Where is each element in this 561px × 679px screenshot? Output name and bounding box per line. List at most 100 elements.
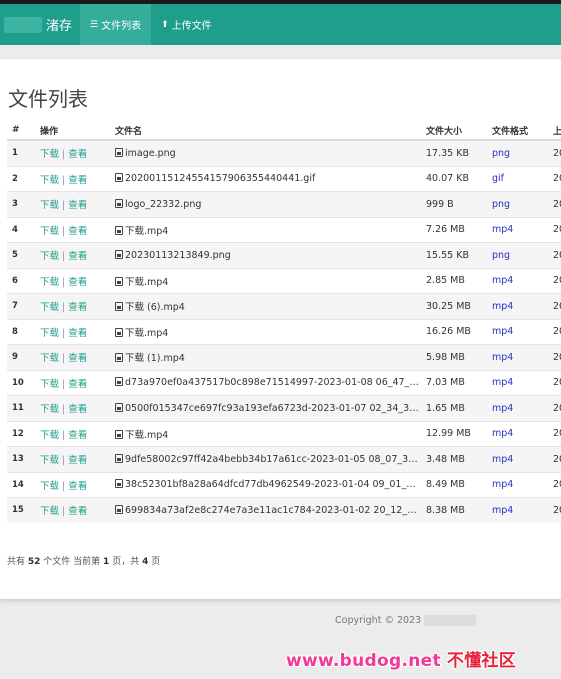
view-link[interactable]: 查看	[68, 277, 87, 288]
row-upload-time: 20	[548, 139, 561, 166]
nav-file-list[interactable]: ☰ 文件列表	[80, 4, 152, 45]
download-link[interactable]: 下载	[40, 506, 59, 517]
filename-text: 下载.mp4	[125, 276, 169, 288]
download-link[interactable]: 下载	[40, 328, 59, 339]
view-link[interactable]: 查看	[68, 149, 87, 160]
filename-text: 下载.mp4	[125, 225, 169, 237]
download-link[interactable]: 下载	[40, 379, 59, 390]
file-icon	[115, 198, 123, 208]
row-filename: logo_22332.png	[110, 191, 421, 217]
format-link[interactable]: mp4	[492, 454, 513, 465]
row-filename: 下载.mp4	[110, 267, 421, 294]
row-filesize: 8.38 MB	[421, 497, 487, 523]
view-link[interactable]: 查看	[68, 175, 87, 186]
view-link[interactable]: 查看	[68, 200, 87, 211]
nav-file-list-label: 文件列表	[101, 21, 142, 32]
row-format: mp4	[487, 318, 548, 345]
format-link[interactable]: mp4	[492, 352, 513, 363]
action-separator: |	[62, 455, 66, 467]
view-link[interactable]: 查看	[68, 455, 87, 466]
pagination-summary: 共有 52 个文件 当前第 1 页，共 4 页	[7, 554, 160, 567]
download-link[interactable]: 下载	[40, 175, 59, 186]
row-actions: 下载 | 查看	[35, 395, 110, 421]
view-link[interactable]: 查看	[68, 379, 87, 390]
action-separator: |	[62, 429, 66, 441]
filename-text: 下载 (1).mp4	[125, 353, 185, 365]
action-separator: |	[62, 480, 66, 492]
format-link[interactable]: mp4	[492, 505, 513, 516]
download-link[interactable]: 下载	[40, 149, 59, 160]
download-link[interactable]: 下载	[40, 277, 59, 288]
row-filesize: 16.26 MB	[421, 318, 487, 345]
action-separator: |	[62, 353, 66, 365]
row-upload-time: 20	[548, 395, 561, 421]
download-link[interactable]: 下载	[40, 200, 59, 211]
row-upload-time: 20	[548, 165, 561, 192]
table-body: 1下载|查看image.png17.35 KBpng202下载|查看202001…	[7, 139, 561, 523]
filename-text: 38c52301bf8a28a64dfcd77db4962549-2023-01…	[125, 479, 421, 491]
brand[interactable]: 渚存	[0, 4, 80, 45]
format-link[interactable]: mp4	[492, 326, 513, 337]
view-link[interactable]: 查看	[68, 506, 87, 517]
action-separator: |	[62, 251, 66, 263]
row-filename: 下载.mp4	[110, 420, 421, 447]
row-filesize: 999 B	[421, 191, 487, 217]
format-link[interactable]: gif	[492, 173, 504, 184]
view-link[interactable]: 查看	[68, 404, 87, 415]
row-upload-time: 20	[548, 318, 561, 345]
format-link[interactable]: png	[492, 250, 510, 261]
format-link[interactable]: mp4	[492, 275, 513, 286]
row-index: 5	[7, 242, 35, 268]
row-format: png	[487, 242, 548, 268]
format-link[interactable]: mp4	[492, 301, 513, 312]
format-link[interactable]: png	[492, 148, 510, 159]
file-icon	[115, 453, 123, 463]
filename-text: d73a970ef0a437517b0c898e71514997-2023-01…	[125, 377, 421, 389]
download-link[interactable]: 下载	[40, 404, 59, 415]
download-link[interactable]: 下载	[40, 455, 59, 466]
format-link[interactable]: mp4	[492, 377, 513, 388]
table-row: 1下载|查看image.png17.35 KBpng20	[7, 139, 561, 166]
row-index: 11	[7, 395, 35, 421]
row-index: 6	[7, 267, 35, 294]
row-actions: 下载 | 查看	[35, 420, 110, 447]
row-filesize: 15.55 KB	[421, 242, 487, 268]
download-link[interactable]: 下载	[40, 353, 59, 364]
row-index: 2	[7, 165, 35, 192]
row-format: mp4	[487, 446, 548, 472]
format-link[interactable]: png	[492, 199, 510, 210]
download-link[interactable]: 下载	[40, 226, 59, 237]
action-separator: |	[62, 327, 66, 339]
summary-prefix: 共有	[7, 557, 26, 567]
row-filename: 下载 (6).mp4	[110, 293, 421, 319]
row-filename: 0500f015347ce697fc93a193efa6723d-2023-01…	[110, 395, 421, 421]
nav-upload-file[interactable]: ⬆ 上传文件	[151, 4, 222, 45]
view-link[interactable]: 查看	[68, 328, 87, 339]
row-filesize: 7.26 MB	[421, 216, 487, 243]
row-actions: 下载 | 查看	[35, 446, 110, 472]
row-index: 8	[7, 318, 35, 345]
format-link[interactable]: mp4	[492, 224, 513, 235]
footer-blurred-name	[424, 615, 477, 626]
view-link[interactable]: 查看	[68, 251, 87, 262]
file-icon	[115, 225, 123, 235]
format-link[interactable]: mp4	[492, 479, 513, 490]
download-link[interactable]: 下载	[40, 481, 59, 492]
file-icon	[115, 479, 123, 489]
row-actions: 下载 | 查看	[35, 318, 110, 345]
table-row: 8下载|查看下载.mp416.26 MBmp420	[7, 318, 561, 345]
view-link[interactable]: 查看	[68, 481, 87, 492]
view-link[interactable]: 查看	[68, 430, 87, 441]
download-link[interactable]: 下载	[40, 302, 59, 313]
view-link[interactable]: 查看	[68, 302, 87, 313]
download-link[interactable]: 下载	[40, 430, 59, 441]
download-link[interactable]: 下载	[40, 251, 59, 262]
row-upload-time: 20	[548, 420, 561, 447]
row-index: 13	[7, 446, 35, 472]
view-link[interactable]: 查看	[68, 226, 87, 237]
view-link[interactable]: 查看	[68, 353, 87, 364]
filename-text: 9dfe58002c97ff42a4bebb34b17a61cc-2023-01…	[125, 453, 421, 465]
format-link[interactable]: mp4	[492, 428, 513, 439]
format-link[interactable]: mp4	[492, 403, 513, 414]
table-row: 13 下载 | 查看 9dfe58002c97ff42a4bebb34b17a61cc-…	[7, 446, 561, 472]
